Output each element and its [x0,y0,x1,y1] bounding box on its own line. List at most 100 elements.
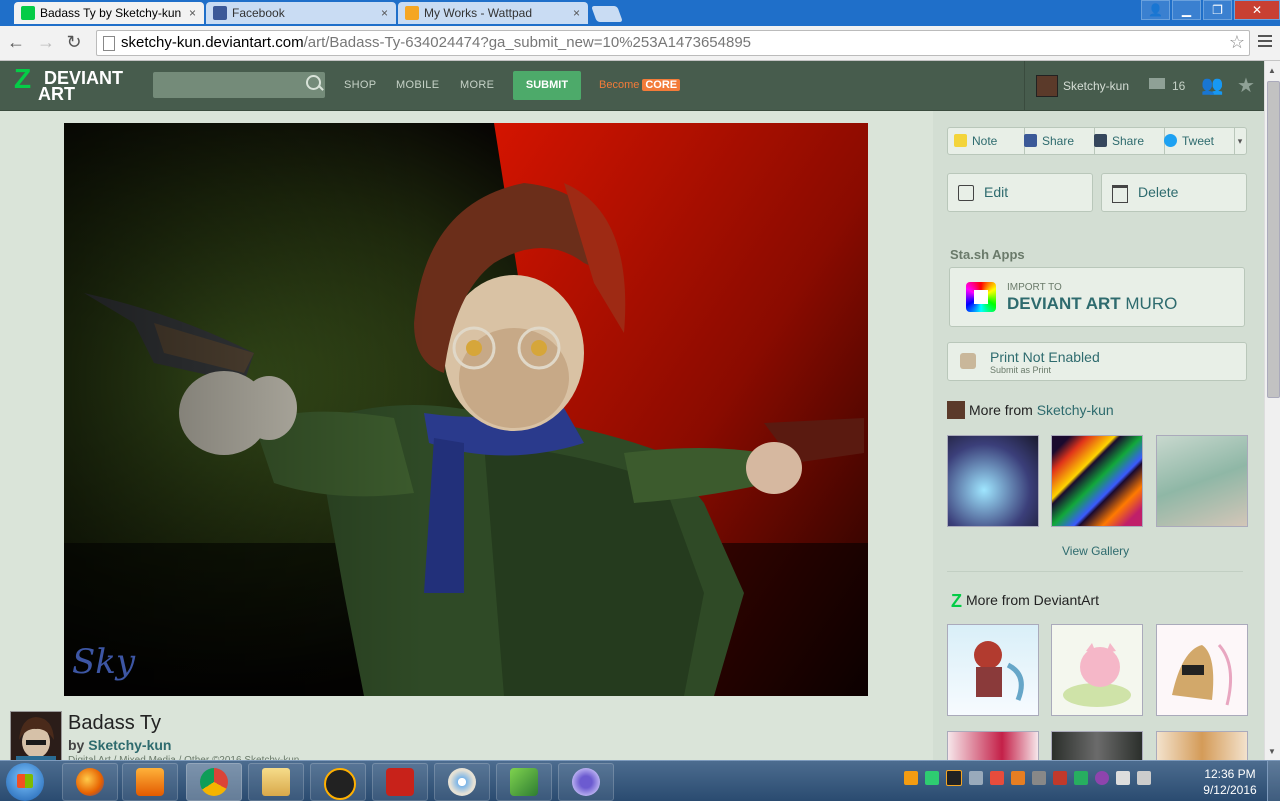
chrome-icon [200,768,228,796]
view-gallery-link[interactable]: View Gallery [1062,544,1129,558]
show-desktop-button[interactable] [1267,761,1280,801]
tray-media-icon[interactable] [904,771,918,786]
suggested-thumbnail[interactable] [947,731,1039,763]
tab-facebook[interactable]: Facebook × [206,2,396,24]
more-from-user-link[interactable]: Sketchy-kun [1037,402,1114,418]
gallery-thumbnail[interactable] [947,435,1039,527]
tray-battery-icon[interactable] [1074,771,1088,786]
gallery-thumbnail[interactable] [1156,435,1248,527]
taskbar-chrome[interactable] [186,763,242,801]
close-window-button[interactable]: ✕ [1234,0,1280,20]
scroll-down-icon[interactable]: ▼ [1268,747,1276,756]
edit-button[interactable]: Edit [947,173,1093,212]
facebook-icon [1024,134,1037,147]
become-core-link[interactable]: Become CORE [599,79,681,91]
nav-shop[interactable]: SHOP [344,79,376,91]
scroll-up-icon[interactable]: ▲ [1268,66,1276,75]
watch-icon[interactable]: 👥 [1201,75,1223,96]
suggested-thumbnail[interactable] [1156,731,1248,763]
username-link[interactable]: Sketchy-kun [1063,79,1129,93]
tray-network-drive-icon[interactable] [969,771,983,786]
back-button[interactable]: ← [6,32,26,52]
tumblr-icon [1094,134,1107,147]
forward-button[interactable]: → [36,32,56,52]
taskbar-media-player[interactable] [122,763,178,801]
tray-avast-icon[interactable] [946,770,962,787]
tab-title: Badass Ty by Sketchy-kun [40,6,182,20]
taskbar-firefox[interactable] [62,763,118,801]
delete-button[interactable]: Delete [1101,173,1247,212]
edit-label: Edit [984,184,1009,200]
avatar[interactable] [1036,75,1058,97]
tray-shield-icon[interactable] [925,771,939,786]
submit-button[interactable]: SUBMIT [513,71,581,100]
trash-icon [1112,185,1128,203]
author-avatar[interactable] [10,711,62,763]
page-scrollbar[interactable]: ▲ ▼ [1264,61,1280,760]
tray-security-icon[interactable] [990,771,1004,786]
print-button[interactable]: Print Not Enabled Submit as Print [947,342,1247,381]
note-button[interactable]: Note [948,128,1025,154]
url-path: /art/Badass-Ty-634024474?ga_submit_new=1… [303,34,751,51]
paint-app-icon [510,768,538,796]
scrollbar-thumb[interactable] [1267,81,1280,398]
tray-volume-icon[interactable] [1137,771,1151,786]
search-input[interactable] [153,72,325,98]
tab-close-icon[interactable]: × [189,2,196,24]
taskbar-bittorrent[interactable] [558,763,614,801]
taskbar-firealpaca[interactable] [496,763,552,801]
suggested-thumbnail[interactable] [947,624,1039,716]
taskbar-flash[interactable] [372,763,428,801]
nav-more[interactable]: MORE [460,79,494,91]
user-profile-button[interactable]: 👤 [1141,0,1170,20]
tray-signal-icon[interactable] [1116,771,1130,786]
search-icon[interactable] [306,75,321,90]
more-from-deviantart-heading: Z More from DeviantArt [951,591,1099,612]
chrome-menu-icon[interactable] [1258,35,1272,50]
minimize-button[interactable]: ▁ [1172,0,1201,20]
facebook-share-button[interactable]: Share [1018,128,1095,154]
tumblr-share-button[interactable]: Share [1088,128,1165,154]
tab-close-icon[interactable]: × [573,2,580,24]
divider [947,571,1243,572]
tray-bittorrent-icon[interactable] [1095,771,1109,786]
tray-flash-icon[interactable] [1053,771,1067,786]
mail-icon[interactable] [1149,78,1165,89]
muro-title: DEVIANT ART MURO [1007,294,1177,314]
suggested-thumbnail[interactable] [1051,624,1143,716]
taskbar-avast[interactable] [310,763,366,801]
restore-button[interactable]: ❐ [1203,0,1232,20]
reload-button[interactable]: ↻ [64,32,84,52]
author-link[interactable]: Sketchy-kun [88,737,171,753]
taskbar-paint[interactable] [434,763,490,801]
bittorrent-icon [572,768,600,796]
suggested-thumbnail[interactable] [1051,731,1143,763]
thumbnail-art [1172,643,1233,706]
suggested-thumbnail[interactable] [1156,624,1248,716]
tweet-label: Tweet [1182,134,1215,148]
tray-tools-icon[interactable] [1032,771,1046,786]
tweet-button[interactable]: Tweet [1158,128,1235,154]
tab-close-icon[interactable]: × [381,2,388,24]
tab-badass-ty[interactable]: Badass Ty by Sketchy-kun × [14,2,204,24]
favourites-star-icon[interactable]: ★ [1237,73,1255,98]
print-title: Print Not Enabled [990,349,1100,365]
tray-app-icon[interactable] [1011,771,1025,786]
new-tab-button[interactable] [591,6,623,22]
tab-wattpad[interactable]: My Works - Wattpad × [398,2,588,24]
address-bar[interactable]: sketchy-kun.deviantart.com/art/Badass-Ty… [96,30,1250,56]
taskbar-explorer[interactable] [248,763,304,801]
notes-count[interactable]: 16 [1172,79,1185,93]
nav-mobile[interactable]: MOBILE [396,79,439,91]
muro-color-icon [966,282,996,312]
print-subtitle: Submit as Print [990,365,1052,375]
import-to-muro-button[interactable]: IMPORT TO DEVIANT ART MURO [949,267,1245,327]
artwork-image[interactable]: Sky [64,123,868,696]
bookmark-star-icon[interactable]: ☆ [1229,32,1245,53]
share-more-chevron-down-icon[interactable]: ▾ [1234,128,1246,154]
author-line: by Sketchy-kun [68,737,171,753]
taskbar-clock[interactable]: 12:36 PM 9/12/2016 [1198,766,1262,798]
gallery-thumbnail[interactable] [1051,435,1143,527]
browser-tab-strip: Badass Ty by Sketchy-kun × Facebook × My… [0,0,1280,26]
start-button[interactable] [6,763,44,801]
